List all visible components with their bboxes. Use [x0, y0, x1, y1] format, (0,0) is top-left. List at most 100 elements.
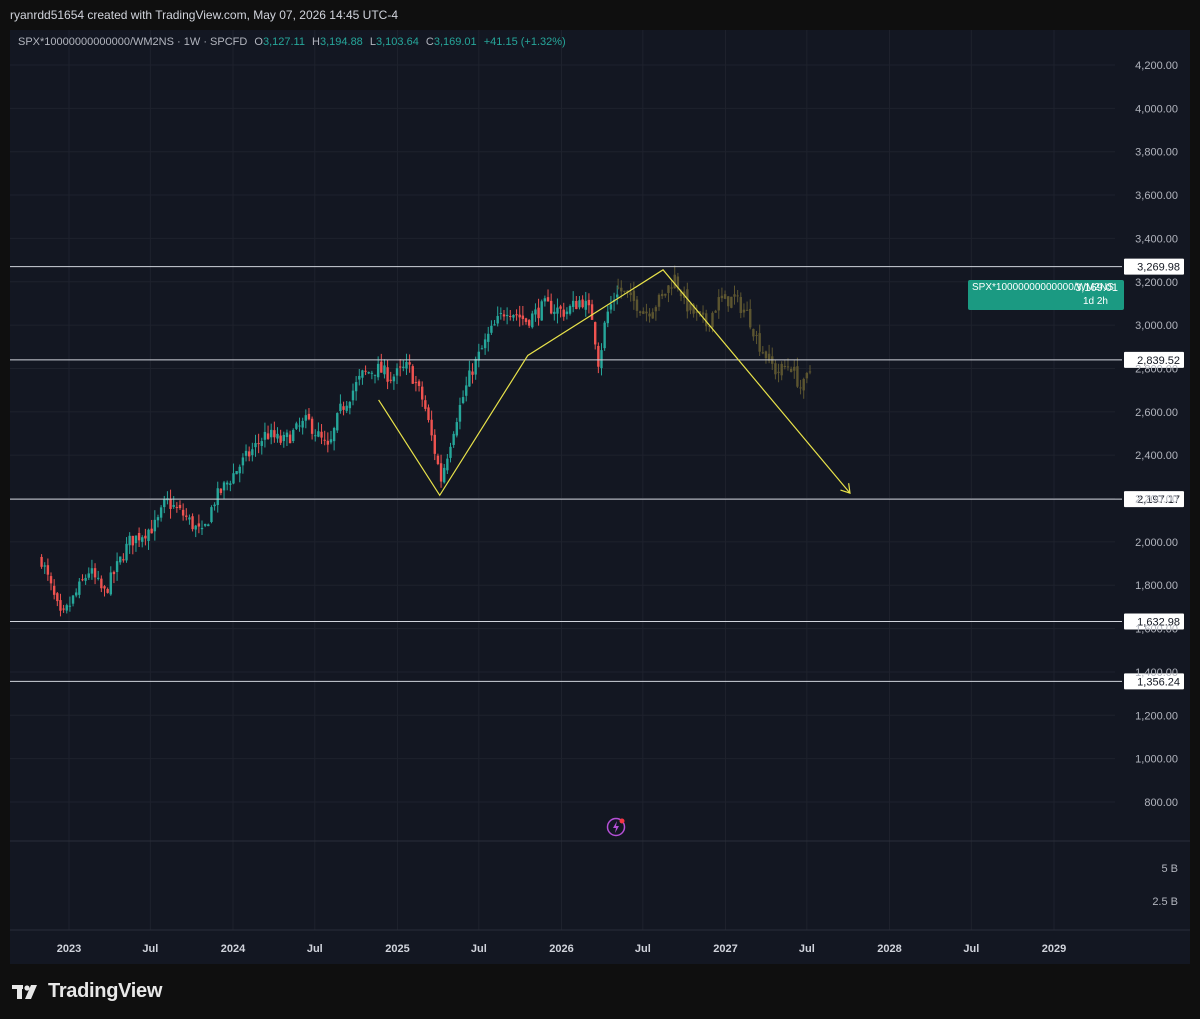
price-tick: 2,200.00 — [1135, 494, 1178, 506]
projection-body — [745, 309, 749, 311]
time-tick: Jul — [471, 943, 487, 955]
candle-body — [417, 381, 421, 387]
candle-body — [427, 407, 430, 421]
candle-body — [332, 427, 336, 442]
projection-body — [802, 378, 805, 391]
last-price-badge: SPX*10000000000000/WM2NS 3,169.01 1d 2h — [968, 280, 1124, 310]
candle-body — [395, 368, 399, 376]
candle-body — [531, 313, 534, 328]
price-tick: 1,000.00 — [1135, 754, 1178, 766]
projection-body — [752, 328, 755, 337]
projection-body — [664, 293, 667, 296]
price-tick: 4,000.00 — [1135, 103, 1178, 115]
price-tick: 3,200.00 — [1135, 277, 1178, 289]
candle-body — [364, 370, 367, 372]
time-tick: 2026 — [549, 943, 573, 955]
created-caption: ryanrdd51654 created with TradingView.co… — [10, 8, 398, 22]
candle-body — [150, 528, 153, 534]
candle-body — [273, 430, 276, 438]
candle-body — [603, 322, 606, 349]
candle-body — [200, 527, 204, 530]
ohlc-legend[interactable]: SPX*10000000000000/WM2NS · 1W · SPCFD O3… — [18, 36, 566, 48]
candle-body — [185, 515, 188, 517]
candle-body — [144, 535, 147, 539]
candle-body — [345, 405, 348, 411]
projection-body — [670, 287, 673, 289]
close-value: 3,169.01 — [433, 36, 477, 48]
candle-body — [452, 433, 455, 445]
projection-body — [714, 310, 717, 313]
candle-body — [458, 405, 462, 422]
projection-body — [635, 299, 639, 311]
candle-body — [358, 375, 361, 380]
candle-body — [169, 499, 172, 509]
candle-body — [367, 372, 370, 374]
time-tick: Jul — [142, 943, 158, 955]
candle-body — [251, 449, 254, 456]
projection-body — [642, 311, 645, 314]
candle-body — [241, 457, 245, 466]
candle-body — [392, 376, 396, 382]
candle-body — [521, 315, 525, 319]
candle-body — [490, 325, 493, 333]
candle-body — [408, 362, 411, 365]
candle-body — [310, 418, 314, 434]
candle-body — [320, 431, 323, 438]
projection-body — [654, 307, 658, 312]
candle-body — [301, 420, 304, 428]
candle-body — [103, 586, 106, 589]
price-tick: 3,600.00 — [1135, 190, 1178, 202]
chart-canvas[interactable]: 3,269.982,839.522,197.171,632.981,356.24… — [10, 30, 1190, 964]
candle-body — [502, 314, 506, 317]
projection-body — [774, 363, 777, 375]
tradingview-logo[interactable]: TradingView — [12, 980, 162, 1003]
projection-body — [667, 285, 670, 293]
candle-body — [474, 358, 477, 375]
candle-body — [443, 467, 446, 483]
projection-body — [623, 290, 626, 292]
candle-body — [616, 294, 619, 298]
candle-body — [141, 537, 144, 542]
candle-body — [257, 443, 260, 445]
candle-body — [361, 370, 364, 378]
price-tick: 2,400.00 — [1135, 450, 1178, 462]
candle-body — [342, 406, 345, 410]
top-bar: ryanrdd51654 created with TradingView.co… — [0, 0, 1200, 30]
tradingview-logo-icon — [12, 984, 37, 999]
projection-body — [720, 295, 724, 299]
projection-body — [701, 312, 705, 315]
high-label: H — [312, 36, 320, 48]
candle-body — [370, 372, 374, 374]
projection-body — [629, 292, 632, 296]
symbol-name[interactable]: SPX*10000000000000/WM2NS — [18, 36, 174, 48]
candle-body — [314, 435, 317, 437]
chart-pane[interactable]: 3,269.98 2,839.52 2,197.17 1,632.98 1,356.24… — [10, 30, 1190, 964]
candle-body — [175, 506, 179, 508]
candle-body — [584, 300, 587, 310]
candle-body — [439, 463, 443, 482]
symbol-interval[interactable]: 1W — [184, 36, 201, 48]
candle-body — [336, 413, 339, 431]
candle-body — [282, 434, 285, 442]
candle-body — [389, 379, 392, 381]
price-tick: 2,600.00 — [1135, 407, 1178, 419]
time-tick: Jul — [635, 943, 651, 955]
candle-body — [436, 455, 440, 464]
candle-body — [480, 348, 484, 350]
open-value: 3,127.11 — [262, 36, 305, 48]
projection-body — [780, 363, 783, 376]
candle-body — [213, 504, 216, 507]
candle-body — [87, 573, 90, 578]
lightning-icon[interactable] — [606, 817, 626, 837]
time-tick: Jul — [799, 943, 815, 955]
candle-body — [298, 425, 301, 427]
candle-body — [373, 374, 377, 376]
candle-body — [279, 435, 282, 443]
candle-body — [65, 605, 68, 611]
candle-body — [244, 450, 248, 456]
projection-body — [673, 274, 676, 289]
candle-body — [339, 403, 342, 412]
symbol-source: SPCFD — [210, 36, 248, 48]
candle-body — [559, 306, 562, 309]
candle-body — [411, 366, 414, 384]
